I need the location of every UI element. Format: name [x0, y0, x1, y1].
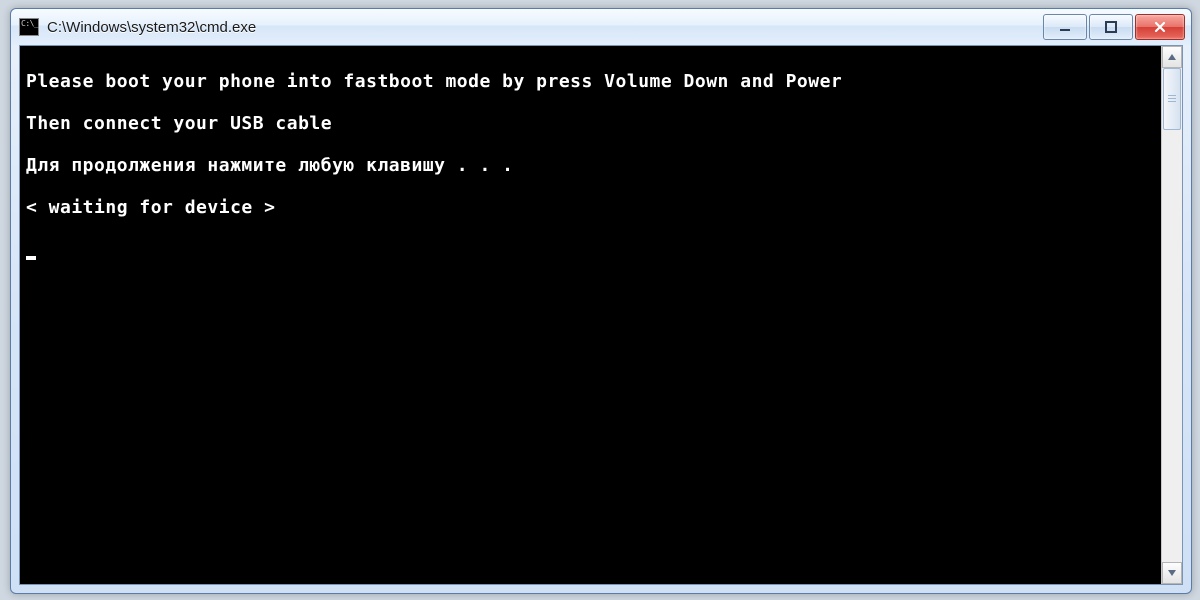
- window-title: C:\Windows\system32\cmd.exe: [47, 19, 1043, 36]
- console-line: Then connect your USB cable: [26, 113, 1155, 134]
- cursor-icon: [26, 256, 36, 260]
- titlebar[interactable]: C:\Windows\system32\cmd.exe: [11, 9, 1191, 45]
- maximize-button[interactable]: [1089, 14, 1133, 40]
- scroll-track[interactable]: [1162, 68, 1182, 562]
- close-button[interactable]: [1135, 14, 1185, 40]
- cmd-icon: [19, 18, 39, 36]
- console-line: < waiting for device >: [26, 197, 1155, 218]
- scroll-down-button[interactable]: [1162, 562, 1182, 584]
- minimize-button[interactable]: [1043, 14, 1087, 40]
- cmd-window: C:\Windows\system32\cmd.exe Please boot …: [10, 8, 1192, 594]
- client-area: Please boot your phone into fastboot mod…: [19, 45, 1183, 585]
- vertical-scrollbar[interactable]: [1161, 46, 1182, 584]
- desktop: C:\Windows\system32\cmd.exe Please boot …: [0, 0, 1200, 600]
- console-line: Please boot your phone into fastboot mod…: [26, 71, 1155, 92]
- scroll-up-button[interactable]: [1162, 46, 1182, 68]
- console-line: Для продолжения нажмите любую клавишу . …: [26, 155, 1155, 176]
- scroll-thumb[interactable]: [1163, 68, 1181, 130]
- console-output[interactable]: Please boot your phone into fastboot mod…: [20, 46, 1161, 584]
- window-controls: [1043, 14, 1185, 40]
